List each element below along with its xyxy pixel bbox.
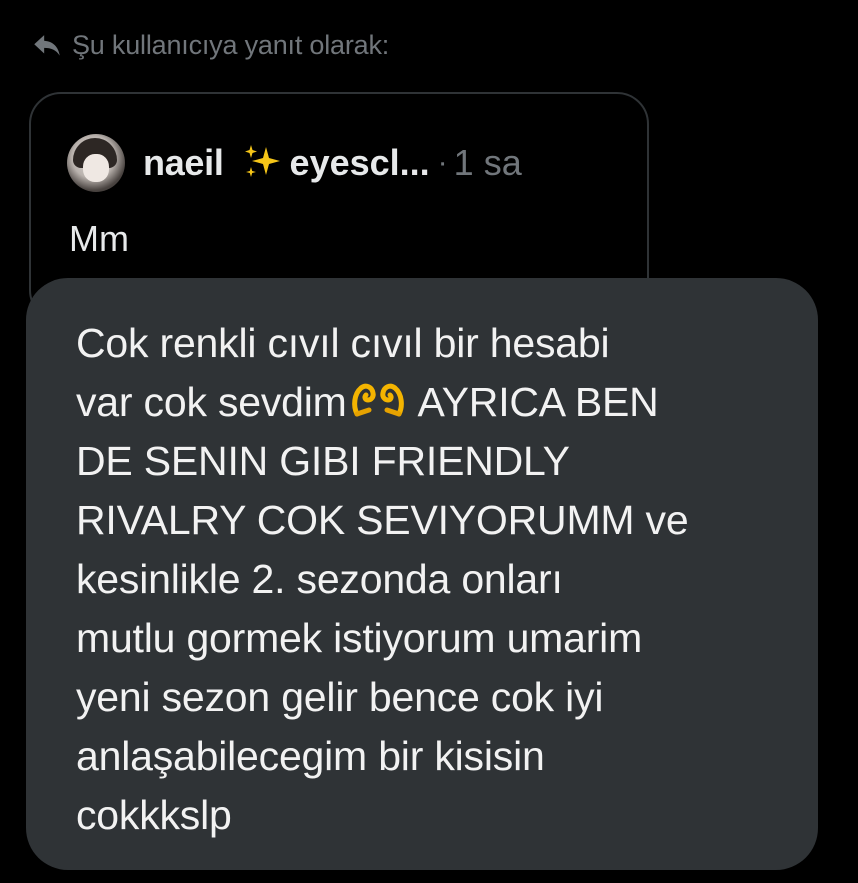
reply-message-part2: AYRICA BEN DE SENIN GIBI FRIENDLY RIVALR…: [76, 379, 689, 838]
post-timestamp[interactable]: 1 sa: [454, 142, 522, 184]
reply-message-text: Cok renkli cıvıl cıvıl bir hesabi var co…: [76, 314, 788, 845]
user-handle[interactable]: eyescl...: [290, 142, 430, 184]
quoted-post-text: Mm: [69, 218, 129, 259]
reply-message-bubble: Cok renkli cıvıl cıvıl bir hesabi var co…: [26, 278, 818, 870]
heart-hands-icon: [351, 383, 404, 417]
sparkles-icon: [244, 145, 280, 177]
reply-arrow-icon: [34, 35, 60, 56]
reply-context-label: Şu kullanıcıya yanıt olarak:: [72, 29, 390, 60]
quoted-post-header: naeil eyescl... · 1 sa: [67, 134, 522, 192]
reply-context: Şu kullanıcıya yanıt olarak:: [30, 28, 389, 62]
display-name[interactable]: naeil: [143, 142, 224, 184]
avatar[interactable]: [67, 134, 125, 192]
separator-dot: ·: [437, 146, 448, 179]
